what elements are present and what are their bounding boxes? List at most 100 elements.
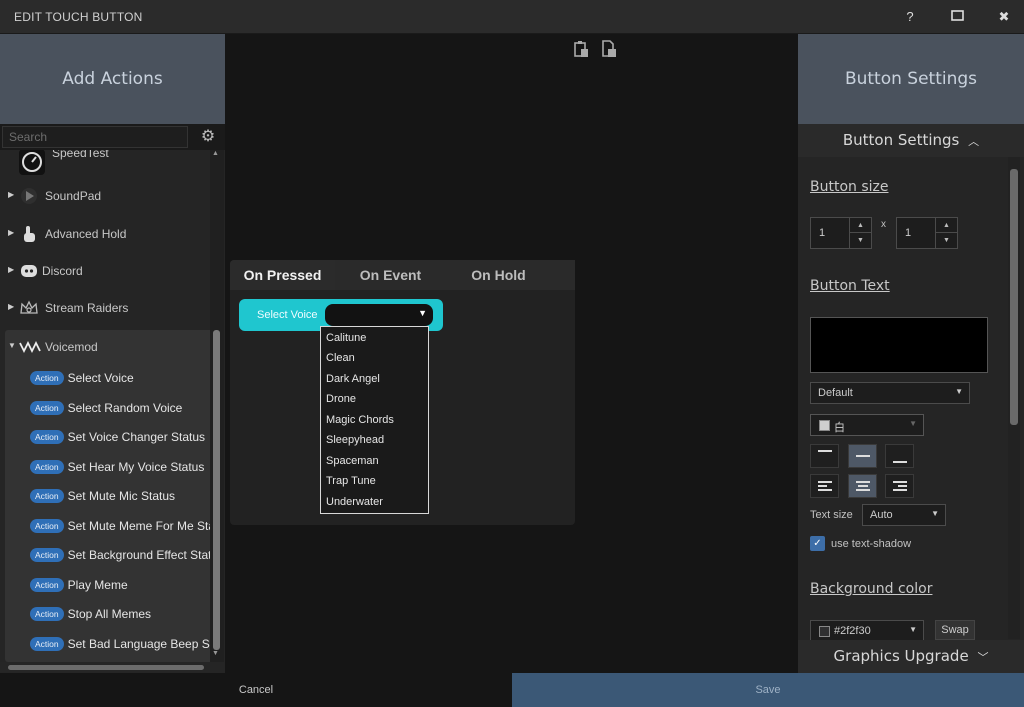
section-label: Button Settings (842, 131, 960, 149)
text-color-select[interactable]: 白 ▼ (810, 414, 924, 436)
tab-on-hold[interactable]: On Hold (446, 260, 551, 290)
expand-arrow-icon: ▶ (8, 302, 15, 311)
decrement-icon[interactable]: ▼ (849, 233, 871, 248)
chevron-down-icon: ▼ (909, 419, 917, 428)
height-value: 1 (905, 227, 912, 239)
voice-option[interactable]: Clean (326, 352, 355, 364)
left-horizontal-scrollbar[interactable] (0, 662, 210, 672)
collapse-arrow-icon: ▼ (8, 341, 16, 350)
paste-icon[interactable] (573, 40, 589, 58)
speedometer-icon (19, 150, 45, 175)
valign-bottom-button[interactable] (885, 444, 914, 468)
graphics-upgrade-toggle[interactable]: Graphics Upgrade ﹀ (798, 640, 1024, 673)
voice-option[interactable]: Trap Tune (326, 475, 376, 487)
action-badge: Action (30, 430, 64, 444)
width-stepper[interactable]: 1 ▲ ▼ (810, 217, 872, 249)
tree-item-speedtest[interactable]: SpeedTest (0, 150, 210, 175)
voice-option[interactable]: Magic Chords (326, 414, 394, 426)
chevron-up-icon: ︿ (968, 135, 980, 148)
chevron-down-icon: ▼ (955, 387, 963, 396)
scroll-down-icon[interactable]: ▼ (212, 650, 219, 657)
add-actions-header: Add Actions (0, 34, 225, 124)
voice-option[interactable]: Dark Angel (326, 373, 380, 385)
maximize-button[interactable] (947, 8, 967, 26)
button-text-title: Button Text (810, 278, 890, 294)
tab-on-pressed[interactable]: On Pressed (230, 260, 335, 290)
align-right-button[interactable] (885, 474, 914, 498)
swap-button[interactable]: Swap (935, 620, 975, 640)
chevron-down-icon: ﹀ (977, 651, 989, 664)
tree-item-soundpad[interactable]: ▶ SoundPad (0, 181, 210, 211)
chevron-down-icon: ▼ (418, 308, 427, 318)
increment-icon[interactable]: ▲ (849, 218, 871, 233)
help-button[interactable]: ? (900, 8, 920, 26)
action-label: Set Mute Mic Status (67, 489, 175, 503)
scrollbar-thumb[interactable] (8, 665, 204, 670)
action-item-stop-all-memes[interactable]: Action Stop All Memes (30, 607, 210, 629)
button-settings-header: Button Settings (798, 34, 1024, 124)
decrement-icon[interactable]: ▼ (935, 233, 957, 248)
background-color-value: #2f2f30 (834, 625, 871, 637)
action-label: Set Background Effect Status (67, 548, 210, 562)
gear-icon[interactable]: ⚙ (198, 127, 218, 147)
voice-option[interactable]: Drone (326, 393, 356, 405)
valign-middle-button[interactable] (848, 444, 877, 468)
footer-bar: Cancel Save (0, 673, 1024, 707)
tree-item-label: Advanced Hold (45, 227, 127, 241)
background-color-select[interactable]: #2f2f30 ▼ (810, 620, 924, 642)
action-item-set-background-effect-status[interactable]: Action Set Background Effect Status (30, 548, 210, 570)
action-item-select-random-voice[interactable]: Action Select Random Voice (30, 401, 210, 423)
tree-item-stream-raiders[interactable]: ▶ Stream Raiders (0, 293, 210, 323)
tree-item-voicemod[interactable]: ▼ Voicemod (0, 332, 210, 362)
save-button[interactable]: Save (512, 673, 1024, 707)
font-select[interactable]: Default ▼ (810, 382, 970, 404)
scroll-up-icon[interactable]: ▲ (212, 150, 219, 157)
align-left-button[interactable] (810, 474, 839, 498)
action-label: Stop All Memes (67, 607, 151, 621)
tree-item-advanced-hold[interactable]: ▶ Advanced Hold (0, 219, 210, 249)
text-shadow-checkbox[interactable]: ✓ (810, 536, 825, 551)
voice-option[interactable]: Underwater (326, 496, 383, 508)
copy-icon[interactable] (601, 40, 617, 58)
chevron-down-icon: ▼ (909, 625, 917, 634)
background-color-title: Background color (810, 581, 933, 597)
search-row: ⚙ (0, 124, 225, 150)
voice-option[interactable]: Calitune (326, 332, 366, 344)
voice-options-list: Calitune Clean Dark Angel Drone Magic Ch… (320, 326, 429, 514)
align-middle-icon (856, 455, 870, 457)
search-input[interactable] (2, 126, 188, 148)
tree-item-discord[interactable]: ▶ Discord (0, 256, 210, 286)
action-label: Select Random Voice (67, 401, 183, 415)
add-actions-panel: Add Actions ⚙ SpeedTest ▶ SoundPad ▶ Adv… (0, 34, 225, 673)
align-center-button[interactable] (848, 474, 877, 498)
cancel-button[interactable]: Cancel (0, 673, 512, 707)
action-item-set-voice-changer-status[interactable]: Action Set Voice Changer Status (30, 430, 210, 452)
action-item-set-bad-language-beep-status[interactable]: ActionSet Bad Language Beep Status (30, 637, 210, 659)
valign-top-button[interactable] (810, 444, 839, 468)
voice-dropdown[interactable]: ▼ (325, 304, 433, 326)
height-stepper[interactable]: 1 ▲ ▼ (896, 217, 958, 249)
left-vertical-scrollbar[interactable]: ▲ ▼ (210, 150, 224, 662)
close-button[interactable]: ✖ (994, 8, 1014, 26)
scrollbar-thumb[interactable] (1010, 169, 1018, 425)
voice-option[interactable]: Spaceman (326, 455, 379, 467)
button-settings-section-toggle[interactable]: Button Settings ︿ (798, 124, 1024, 157)
button-text-input[interactable] (810, 317, 988, 373)
text-size-select[interactable]: Auto ▼ (862, 504, 946, 526)
right-vertical-scrollbar[interactable] (1008, 157, 1020, 639)
action-item-set-mute-mic-status[interactable]: Action Set Mute Mic Status (30, 489, 210, 511)
action-item-set-mute-meme-for-me-status[interactable]: ActionSet Mute Meme For Me Status (30, 519, 210, 541)
select-voice-label: Select Voice (257, 309, 318, 321)
scrollbar-thumb[interactable] (213, 330, 220, 650)
tab-on-event[interactable]: On Event (338, 260, 443, 290)
action-item-play-meme[interactable]: Action Play Meme (30, 578, 210, 600)
tree-item-label: Discord (42, 264, 83, 278)
action-badge: Action (30, 371, 64, 385)
action-item-select-voice[interactable]: Action Select Voice (30, 371, 210, 393)
tree-item-label: Stream Raiders (45, 301, 129, 315)
increment-icon[interactable]: ▲ (935, 218, 957, 233)
align-center-icon-line (856, 489, 870, 491)
action-item-set-hear-my-voice-status[interactable]: Action Set Hear My Voice Status (30, 460, 210, 482)
voice-option[interactable]: Sleepyhead (326, 434, 384, 446)
event-tabs: On Pressed On Event On Hold (230, 260, 575, 290)
